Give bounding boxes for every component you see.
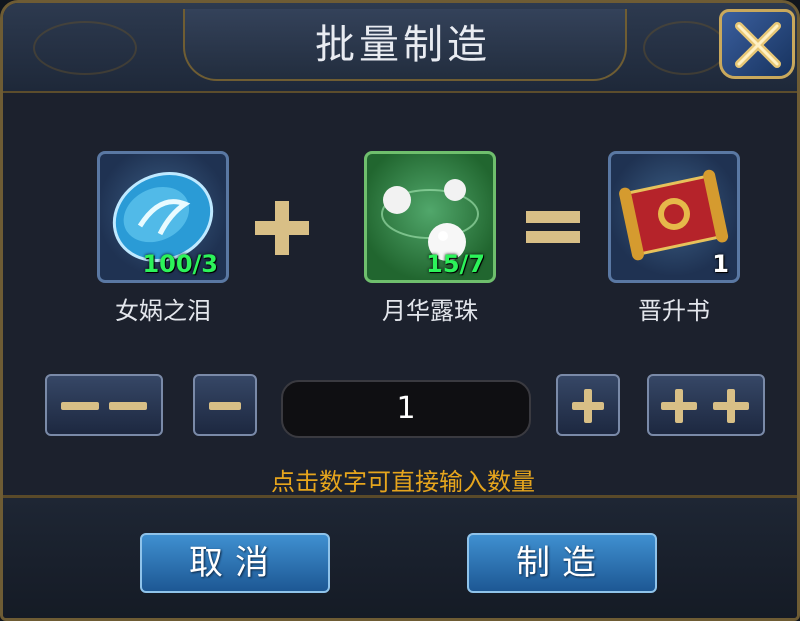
close-x-icon (735, 22, 781, 68)
ingredient-slot-tear[interactable]: 100/3 (97, 151, 229, 283)
ingredient-count: 100/3 (142, 250, 218, 278)
ornament-right (643, 21, 727, 75)
increase-10-button[interactable] (647, 374, 765, 436)
ingredient-count: 15/7 (426, 250, 485, 278)
craft-button[interactable]: 制造 (467, 533, 657, 593)
ingredient-slot-pearl[interactable]: 15/7 (364, 151, 496, 283)
quantity-hint: 点击数字可直接输入数量 (271, 468, 535, 496)
ingredient-name: 女娲之泪 (115, 297, 211, 325)
quantity-input[interactable]: 1 (281, 380, 531, 438)
batch-craft-dialog: 批量制造 100/3 女娲之泪 15/7 月华露珠 1 晋升书 1 点击数字可直… (0, 0, 800, 621)
title-bar: 批量制造 (3, 3, 797, 93)
close-button[interactable] (719, 9, 795, 79)
ingredient-name: 月华露珠 (382, 297, 478, 325)
result-count: 1 (712, 250, 729, 278)
result-name: 晋升书 (638, 297, 710, 325)
equals-operator-icon (526, 211, 580, 243)
decrease-1-button[interactable] (193, 374, 257, 436)
action-footer (3, 495, 797, 618)
dialog-title: 批量制造 (315, 22, 491, 68)
ornament-left (33, 21, 137, 75)
increase-1-button[interactable] (556, 374, 620, 436)
cancel-button[interactable]: 取消 (140, 533, 330, 593)
result-slot-scroll[interactable]: 1 (608, 151, 740, 283)
plus-operator-icon (255, 201, 309, 255)
decrease-10-button[interactable] (45, 374, 163, 436)
